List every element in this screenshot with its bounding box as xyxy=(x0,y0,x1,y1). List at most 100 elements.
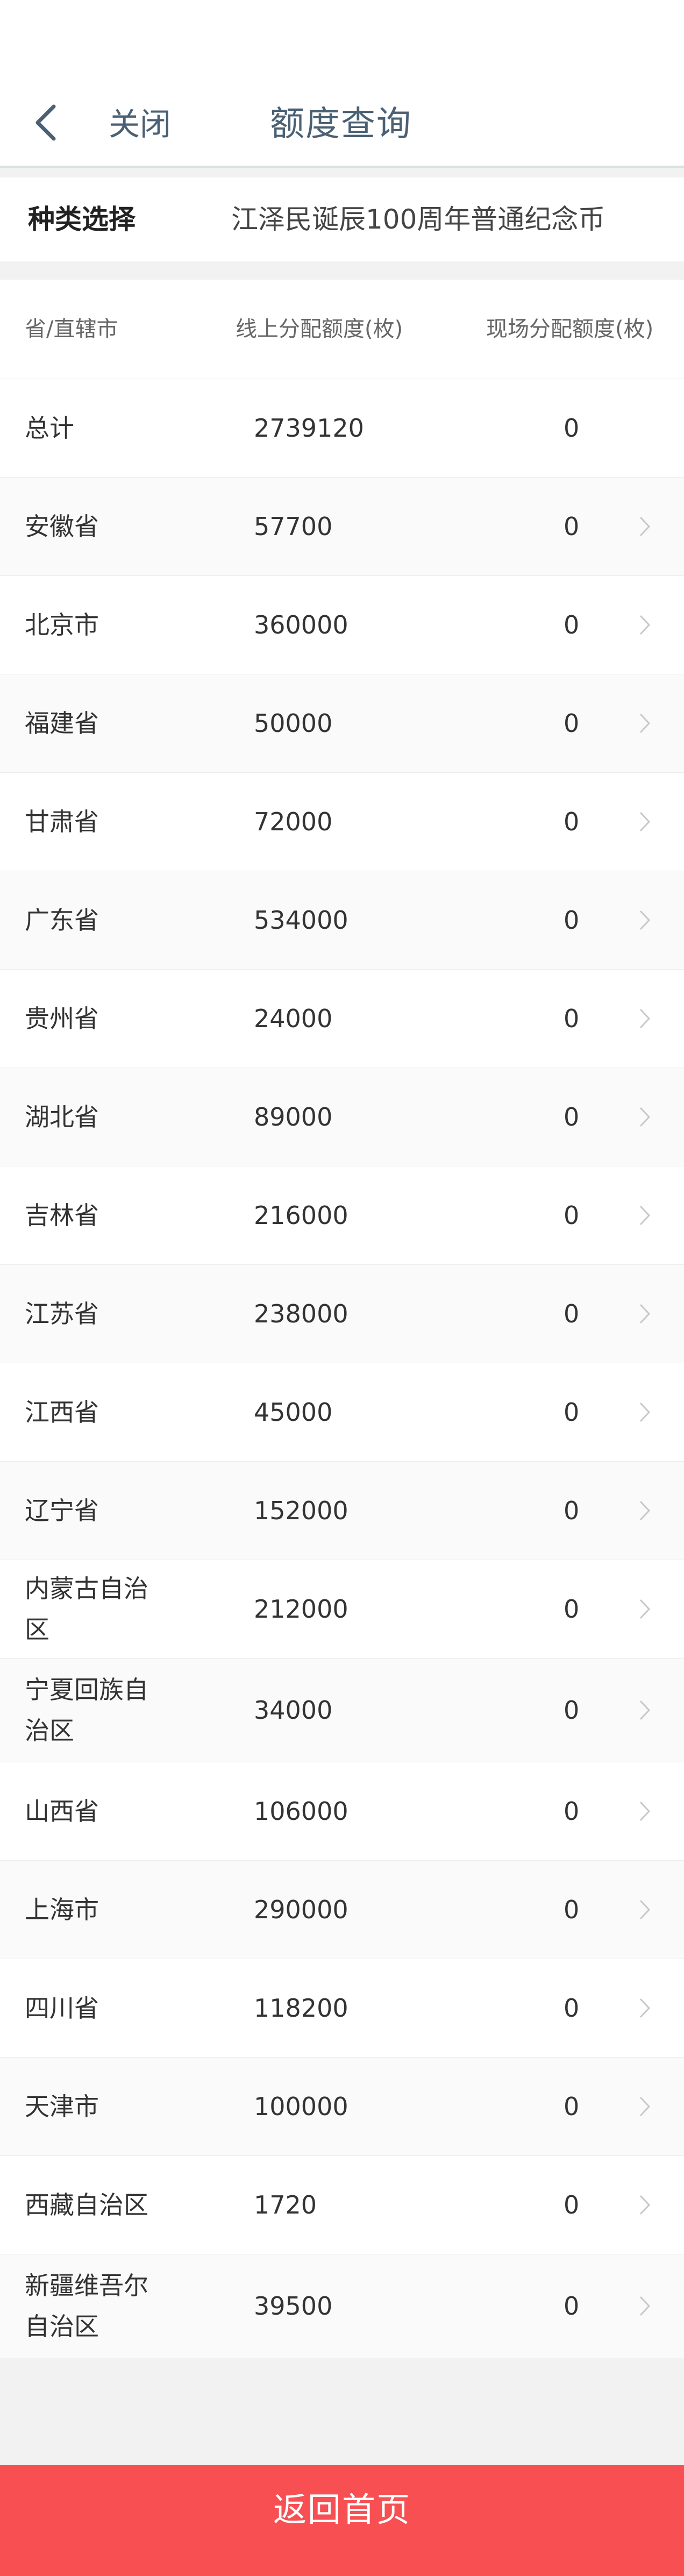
row-onsite-quota: 0 xyxy=(564,1398,580,1427)
row-onsite-quota: 0 xyxy=(564,1797,580,1826)
table-row[interactable]: 辽宁省 152000 0 xyxy=(0,1461,684,1560)
row-onsite-quota: 0 xyxy=(564,414,580,443)
row-online-quota: 100000 xyxy=(254,2092,348,2121)
table-row[interactable]: 安徽省 57700 0 xyxy=(0,477,684,575)
table-row[interactable]: 西藏自治区 1720 0 xyxy=(0,2155,684,2254)
table-row[interactable]: 江西省 45000 0 xyxy=(0,1363,684,1461)
row-name: 广东省 xyxy=(25,906,99,935)
row-name: 上海市 xyxy=(25,1895,99,1924)
table-row[interactable]: 宁夏回族自治区 34000 0 xyxy=(0,1658,684,1762)
row-online-quota: 360000 xyxy=(254,610,348,639)
row-name: 宁夏回族自治区 xyxy=(25,1675,148,1745)
table-row[interactable]: 北京市 360000 0 xyxy=(0,575,684,674)
row-online-quota: 1720 xyxy=(254,2190,317,2219)
table-row-total: 总计 2739120 0 xyxy=(0,379,684,477)
row-name: 总计 xyxy=(25,414,74,443)
row-name: 内蒙古自治区 xyxy=(25,1574,148,1644)
quota-table: 省/直辖市 线上分配额度(枚) 现场分配额度(枚) 总计 2739120 0 安… xyxy=(0,280,684,2358)
row-onsite-quota: 0 xyxy=(564,1595,580,1624)
row-name: 湖北省 xyxy=(25,1102,99,1132)
chevron-right-icon xyxy=(639,1998,651,2018)
row-name: 天津市 xyxy=(25,2092,99,2121)
row-online-quota: 212000 xyxy=(254,1595,348,1624)
row-onsite-quota: 0 xyxy=(564,1994,580,2023)
chevron-right-icon xyxy=(639,1801,651,1821)
column-header-onsite-quota: 现场分配额度(枚) xyxy=(486,317,654,341)
row-name: 甘肃省 xyxy=(25,807,99,836)
row-onsite-quota: 0 xyxy=(564,2190,580,2219)
row-online-quota: 89000 xyxy=(254,1102,333,1132)
row-online-quota: 39500 xyxy=(254,2292,333,2321)
table-row[interactable]: 山西省 106000 0 xyxy=(0,1762,684,1860)
chevron-right-icon xyxy=(639,713,651,734)
row-online-quota: 534000 xyxy=(254,906,348,935)
chevron-right-icon xyxy=(639,1700,651,1720)
row-online-quota: 24000 xyxy=(254,1004,333,1033)
table-row[interactable]: 广东省 534000 0 xyxy=(0,871,684,969)
row-name: 贵州省 xyxy=(25,1004,99,1033)
chevron-right-icon xyxy=(639,1599,651,1619)
back-button[interactable] xyxy=(28,95,66,154)
row-onsite-quota: 0 xyxy=(564,1696,580,1725)
row-online-quota: 118200 xyxy=(254,1994,348,2023)
row-name: 山西省 xyxy=(25,1797,99,1826)
table-header: 省/直辖市 线上分配额度(枚) 现场分配额度(枚) xyxy=(0,280,684,379)
chevron-right-icon xyxy=(639,1304,651,1324)
chevron-right-icon xyxy=(639,516,651,537)
row-onsite-quota: 0 xyxy=(564,512,580,541)
row-name: 北京市 xyxy=(25,610,99,639)
chevron-right-icon xyxy=(639,1500,651,1521)
row-name: 西藏自治区 xyxy=(25,2190,148,2219)
row-onsite-quota: 0 xyxy=(564,610,580,639)
type-selector-label: 种类选择 xyxy=(28,204,136,235)
table-row[interactable]: 内蒙古自治区 212000 0 xyxy=(0,1560,684,1658)
row-onsite-quota: 0 xyxy=(564,906,580,935)
row-online-quota: 290000 xyxy=(254,1895,348,1924)
row-online-quota: 34000 xyxy=(254,1696,333,1725)
table-row[interactable]: 甘肃省 72000 0 xyxy=(0,772,684,871)
table-row[interactable]: 吉林省 216000 0 xyxy=(0,1166,684,1264)
column-header-online-quota: 线上分配额度(枚) xyxy=(236,317,403,341)
table-row[interactable]: 新疆维吾尔自治区 39500 0 xyxy=(0,2254,684,2358)
row-name: 福建省 xyxy=(25,709,99,738)
row-online-quota: 106000 xyxy=(254,1797,348,1826)
chevron-right-icon xyxy=(639,2096,651,2117)
chevron-right-icon xyxy=(639,2296,651,2316)
row-online-quota: 72000 xyxy=(254,807,333,836)
table-row[interactable]: 上海市 290000 0 xyxy=(0,1860,684,1959)
table-row[interactable]: 江苏省 238000 0 xyxy=(0,1264,684,1363)
row-onsite-quota: 0 xyxy=(564,807,580,836)
table-row[interactable]: 四川省 118200 0 xyxy=(0,1959,684,2057)
chevron-right-icon xyxy=(639,2195,651,2215)
row-name: 安徽省 xyxy=(25,512,99,541)
type-selector-value[interactable]: 江泽民诞辰100周年普通纪念币 xyxy=(231,203,605,236)
table-row[interactable]: 福建省 50000 0 xyxy=(0,674,684,772)
table-row[interactable]: 贵州省 24000 0 xyxy=(0,969,684,1068)
row-online-quota: 238000 xyxy=(254,1299,348,1328)
row-online-quota: 50000 xyxy=(254,709,333,738)
row-name: 四川省 xyxy=(25,1994,99,2023)
row-onsite-quota: 0 xyxy=(564,1299,580,1328)
row-online-quota: 152000 xyxy=(254,1496,348,1525)
type-selector[interactable]: 种类选择 江泽民诞辰100周年普通纪念币 xyxy=(0,177,684,261)
row-name: 吉林省 xyxy=(25,1201,99,1230)
row-onsite-quota: 0 xyxy=(564,2292,580,2321)
row-name: 辽宁省 xyxy=(25,1496,99,1525)
row-onsite-quota: 0 xyxy=(564,2092,580,2121)
row-name: 新疆维吾尔自治区 xyxy=(25,2271,148,2341)
close-button[interactable]: 关闭 xyxy=(109,105,171,143)
row-onsite-quota: 0 xyxy=(564,1895,580,1924)
table-row[interactable]: 湖北省 89000 0 xyxy=(0,1068,684,1166)
row-online-quota: 57700 xyxy=(254,512,333,541)
row-name: 江苏省 xyxy=(25,1299,99,1328)
row-onsite-quota: 0 xyxy=(564,1496,580,1525)
return-home-button[interactable]: 返回首页 xyxy=(0,2465,684,2576)
chevron-right-icon xyxy=(639,615,651,635)
row-onsite-quota: 0 xyxy=(564,709,580,738)
chevron-right-icon xyxy=(639,910,651,930)
table-row[interactable]: 天津市 100000 0 xyxy=(0,2057,684,2155)
chevron-right-icon xyxy=(639,812,651,832)
row-onsite-quota: 0 xyxy=(564,1102,580,1132)
chevron-right-icon xyxy=(639,1899,651,1920)
chevron-right-icon xyxy=(639,1402,651,1422)
